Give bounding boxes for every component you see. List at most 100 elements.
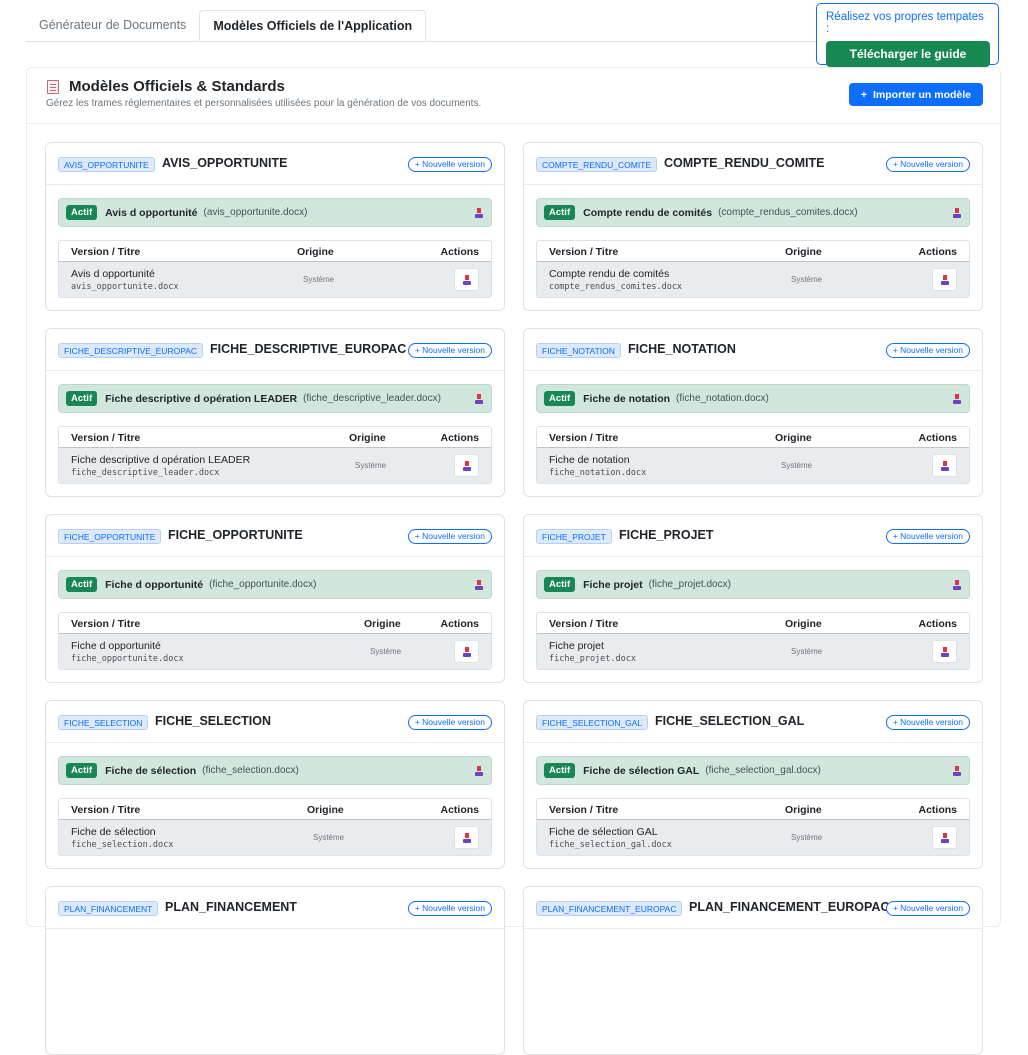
col-version-title: Version / Titre — [549, 804, 619, 816]
download-version-button[interactable] — [454, 268, 479, 291]
download-icon[interactable] — [953, 766, 961, 776]
version-title: Fiche descriptive d opération LEADER — [71, 454, 251, 466]
table-row: Compte rendu de comités compte_rendus_com… — [537, 262, 969, 297]
active-badge: Actif — [66, 391, 98, 406]
col-actions: Actions — [918, 432, 957, 444]
tab-official-templates[interactable]: Modèles Officiels de l'Application — [199, 10, 427, 41]
version-file: fiche_notation.docx — [549, 468, 647, 478]
new-version-button[interactable]: + Nouvelle version — [407, 529, 492, 544]
active-version-row: Actif Fiche d opportunité (fiche_opportuni… — [58, 570, 492, 599]
new-version-button[interactable]: + Nouvelle version — [407, 901, 492, 916]
col-actions: Actions — [440, 432, 479, 444]
template-name: FICHE_OPPORTUNITE — [168, 528, 303, 542]
import-template-label: Importer un modèle — [872, 88, 971, 101]
download-icon[interactable] — [953, 394, 961, 404]
template-code-badge: FICHE_OPPORTUNITE — [58, 529, 162, 544]
download-version-button[interactable] — [932, 268, 957, 291]
template-card: FICHE_PROJET FICHE_PROJET + Nouvelle versi… — [523, 514, 983, 683]
version-origin: Système — [791, 647, 823, 656]
table-row: Fiche de sélection fiche_selection.docx Sy… — [59, 820, 491, 855]
card-header: FICHE_OPPORTUNITE FICHE_OPPORTUNITE + Nouv… — [46, 515, 504, 557]
version-file: fiche_projet.docx — [549, 654, 636, 664]
col-version-title: Version / Titre — [71, 804, 141, 816]
new-version-button[interactable]: + Nouvelle version — [885, 715, 970, 730]
active-version-file: (fiche_selection.docx) — [202, 765, 299, 776]
template-code-badge: COMPTE_RENDU_COMITE — [536, 157, 658, 172]
active-version-file: (fiche_selection_gal.docx) — [705, 765, 821, 776]
active-version-row: Actif Compte rendu de comités (compte_rend… — [536, 198, 970, 227]
plus-icon: + — [860, 88, 867, 101]
download-icon[interactable] — [475, 208, 483, 218]
active-version-title: Compte rendu de comités — [583, 206, 713, 219]
col-version-title: Version / Titre — [71, 246, 141, 258]
active-version-title: Fiche de sélection GAL — [583, 764, 700, 777]
new-version-button[interactable]: + Nouvelle version — [885, 343, 970, 358]
download-version-button[interactable] — [932, 640, 957, 663]
col-version-title: Version / Titre — [71, 618, 141, 630]
card-header: COMPTE_RENDU_COMITE COMPTE_RENDU_COMITE + … — [524, 143, 982, 185]
download-icon[interactable] — [475, 580, 483, 590]
download-icon[interactable] — [953, 580, 961, 590]
active-version-row: Actif Avis d opportunité (avis_opportunite… — [58, 198, 492, 227]
new-version-button[interactable]: + Nouvelle version — [407, 715, 492, 730]
template-name: FICHE_NOTATION — [628, 342, 736, 356]
table-row: Fiche descriptive d opération LEADER fich… — [59, 448, 491, 483]
download-version-button[interactable] — [454, 640, 479, 663]
panel-title-text: Modèles Officiels & Standards — [69, 78, 285, 95]
tab-document-generator[interactable]: Générateur de Documents — [26, 10, 199, 41]
col-actions: Actions — [440, 618, 479, 630]
download-version-button[interactable] — [454, 826, 479, 849]
card-header: FICHE_SELECTION FICHE_SELECTION + Nouvelle… — [46, 701, 504, 743]
col-version-title: Version / Titre — [549, 618, 619, 630]
document-icon — [47, 79, 59, 94]
active-version-row: Actif Fiche projet (fiche_projet.docx) — [536, 570, 970, 599]
template-code-badge: FICHE_DESCRIPTIVE_EUROPAC — [58, 343, 204, 358]
template-name: FICHE_SELECTION — [155, 714, 271, 728]
versions-table-header: Version / Titre Origine Actions — [537, 613, 969, 634]
new-version-button[interactable]: + Nouvelle version — [885, 901, 970, 916]
download-icon — [941, 275, 949, 285]
card-header: FICHE_DESCRIPTIVE_EUROPAC FICHE_DESCRIPTI… — [46, 329, 504, 371]
active-version-title: Fiche descriptive d opération LEADER — [105, 392, 298, 405]
card-header: PLAN_FINANCEMENT_EUROPAC PLAN_FINANCEMENT… — [524, 887, 982, 929]
active-version-file: (fiche_descriptive_leader.docx) — [303, 393, 441, 404]
download-version-button[interactable] — [932, 826, 957, 849]
version-file: fiche_selection_gal.docx — [549, 840, 672, 850]
new-version-button[interactable]: + Nouvelle version — [407, 157, 492, 172]
active-version-file: (fiche_notation.docx) — [676, 393, 769, 404]
active-badge: Actif — [544, 205, 576, 220]
download-icon[interactable] — [475, 394, 483, 404]
versions-table: Version / Titre Origine Actions Fiche descr… — [58, 426, 492, 484]
new-version-button[interactable]: + Nouvelle version — [885, 529, 970, 544]
version-origin: Système — [370, 647, 402, 656]
active-version-file: (fiche_projet.docx) — [648, 579, 731, 590]
col-actions: Actions — [440, 804, 479, 816]
version-origin: Système — [313, 833, 345, 842]
download-version-button[interactable] — [454, 454, 479, 477]
guide-box: Réalisez vos propres tempates : Téléchar… — [816, 3, 999, 67]
versions-table: Version / Titre Origine Actions Fiche de sé… — [536, 798, 970, 856]
active-version-row: Actif Fiche de sélection GAL (fiche_select… — [536, 756, 970, 785]
panel-title: Modèles Officiels & Standards — [47, 78, 285, 95]
template-card: COMPTE_RENDU_COMITE COMPTE_RENDU_COMITE + … — [523, 142, 983, 311]
download-icon — [941, 647, 949, 657]
download-icon[interactable] — [953, 208, 961, 218]
download-icon[interactable] — [475, 766, 483, 776]
import-template-button[interactable]: + Importer un modèle — [848, 83, 983, 106]
active-version-row: Actif Fiche de sélection (fiche_selection.… — [58, 756, 492, 785]
col-origin: Origine — [785, 618, 822, 630]
versions-table-header: Version / Titre Origine Actions — [59, 427, 491, 448]
versions-table-header: Version / Titre Origine Actions — [537, 241, 969, 262]
new-version-button[interactable]: + Nouvelle version — [885, 157, 970, 172]
new-version-button[interactable]: + Nouvelle version — [407, 343, 492, 358]
active-badge: Actif — [544, 577, 576, 592]
card-header: PLAN_FINANCEMENT PLAN_FINANCEMENT + Nouvel… — [46, 887, 504, 929]
table-row: Fiche de notation fiche_notation.docx Syst… — [537, 448, 969, 483]
card-header: FICHE_NOTATION FICHE_NOTATION + Nouvelle v… — [524, 329, 982, 371]
col-origin: Origine — [307, 804, 344, 816]
version-title: Fiche de notation — [549, 454, 630, 466]
version-file: fiche_opportunite.docx — [71, 654, 184, 664]
version-file: avis_opportunite.docx — [71, 282, 179, 292]
download-version-button[interactable] — [932, 454, 957, 477]
download-guide-button[interactable]: Télécharger le guide — [826, 41, 990, 67]
